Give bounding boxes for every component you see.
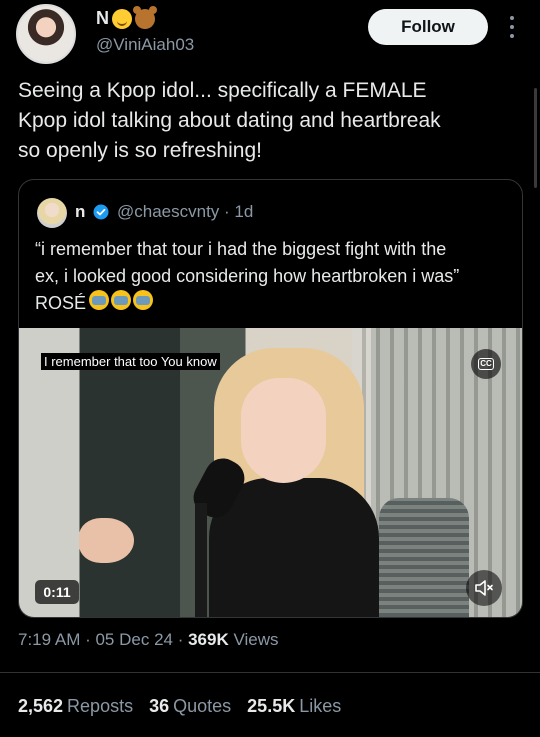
video-scene-mic-stand <box>195 503 207 617</box>
video-scene-chair <box>379 498 469 617</box>
quotes-count: 36 <box>149 696 170 716</box>
tweet-time-date[interactable]: 7:19 AM · 05 Dec 24 · <box>18 630 188 649</box>
engagement-stats: 2,562 Reposts 36 Quotes 25.5K Likes <box>18 696 341 717</box>
scrollbar[interactable] <box>534 88 537 188</box>
views-count: 369K <box>188 630 229 649</box>
loudly-crying-face-icon <box>111 290 131 310</box>
quoted-tweet-card[interactable]: n @chaescvnty · 1d “i remember that tour… <box>18 179 523 618</box>
author-handle[interactable]: @ViniAiah03 <box>96 35 194 55</box>
quoted-handle-time: @chaescvnty · 1d <box>117 202 254 221</box>
teddy-bear-emoji-icon <box>133 5 155 29</box>
closed-captions-icon: CC <box>478 358 494 370</box>
reposts-count: 2,562 <box>18 696 64 716</box>
tweet-text: Seeing a Kpop idol... specifically a FEM… <box>18 79 441 162</box>
loudly-crying-face-icon <box>89 290 109 310</box>
likes-count: 25.5K <box>247 696 296 716</box>
follow-button[interactable]: Follow <box>368 9 488 45</box>
smiling-face-emoji-icon <box>112 8 132 29</box>
quoted-author-name: n <box>75 202 86 221</box>
video-caption: I remember that too You know <box>41 353 220 370</box>
tweet-header: N @ViniAiah03 Follow <box>0 0 540 70</box>
divider <box>0 672 540 673</box>
video-scene-face <box>241 378 326 483</box>
likes-stat[interactable]: 25.5K Likes <box>247 696 341 717</box>
quotes-stat[interactable]: 36 Quotes <box>149 696 231 717</box>
author-avatar[interactable] <box>16 4 76 64</box>
author-display-name[interactable]: N <box>96 5 155 29</box>
more-options-icon[interactable] <box>508 16 516 38</box>
reposts-stat[interactable]: 2,562 Reposts <box>18 696 133 717</box>
reposts-label: Reposts <box>67 696 134 716</box>
speaker-muted-icon <box>475 580 493 596</box>
likes-label: Likes <box>299 696 342 716</box>
verified-badge-icon <box>93 204 109 220</box>
quoted-author-avatar <box>37 198 67 228</box>
closed-captions-button[interactable]: CC <box>471 349 501 379</box>
mute-button[interactable] <box>466 570 502 606</box>
loudly-crying-face-icon <box>133 290 153 310</box>
tweet-timestamp-views: 7:19 AM · 05 Dec 24 · 369K Views <box>18 630 279 650</box>
crying-face-emojis <box>89 290 153 310</box>
views-label: Views <box>228 630 279 649</box>
author-name-text: N <box>96 8 109 28</box>
video-duration-badge: 0:11 <box>35 580 79 604</box>
quotes-label: Quotes <box>173 696 232 716</box>
video-player[interactable]: I remember that too You know CC 0:11 <box>19 328 522 617</box>
video-scene-hand <box>79 518 134 563</box>
